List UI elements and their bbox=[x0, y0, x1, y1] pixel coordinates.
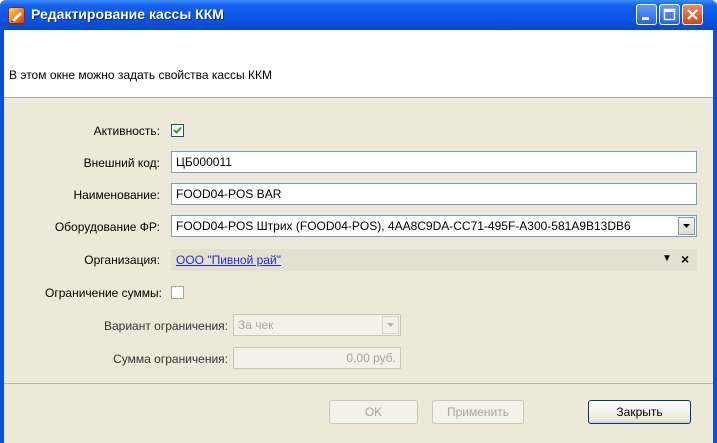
limit-sum-label: Сумма ограничения: bbox=[113, 352, 228, 366]
external-code-field[interactable]: ЦБ000011 bbox=[171, 151, 697, 173]
close-window-button[interactable] bbox=[682, 4, 703, 25]
activity-label: Активность: bbox=[93, 124, 160, 138]
limit-variant-label: Вариант ограничения: bbox=[103, 319, 228, 333]
activity-checkbox[interactable] bbox=[171, 124, 184, 137]
dialog-body: В этом окне можно задать свойства кассы … bbox=[4, 30, 713, 443]
sum-limit-checkbox[interactable] bbox=[171, 286, 184, 299]
checkmark-icon bbox=[173, 126, 182, 134]
header-description: В этом окне можно задать свойства кассы … bbox=[9, 68, 272, 82]
limit-variant-select[interactable]: За чек bbox=[233, 314, 401, 336]
window-title: Редактирование кассы ККМ bbox=[31, 6, 224, 22]
title-bar[interactable]: Редактирование кассы ККМ bbox=[0, 0, 717, 30]
footer-separator bbox=[4, 383, 713, 384]
maximize-button[interactable] bbox=[659, 4, 680, 25]
name-label: Наименование: bbox=[73, 188, 160, 202]
equipment-dropdown-button[interactable] bbox=[678, 217, 695, 235]
name-field[interactable]: FOOD04-POS BAR bbox=[171, 183, 697, 205]
limit-variant-dropdown-button[interactable] bbox=[382, 316, 399, 334]
chevron-down-icon bbox=[387, 323, 394, 327]
limit-sum-field[interactable]: 0,00 руб. bbox=[233, 347, 401, 369]
organization-dropdown-icon[interactable]: ▼ bbox=[662, 253, 672, 264]
minimize-button[interactable] bbox=[636, 4, 657, 25]
equipment-select[interactable]: FOOD04-POS Штрих (FOOD04-POS), 4AA8C9DA-… bbox=[171, 215, 697, 237]
limit-variant-value: За чек bbox=[238, 318, 274, 332]
chevron-down-icon bbox=[683, 224, 690, 228]
equipment-label: Оборудование ФР: bbox=[54, 220, 160, 234]
ok-button[interactable]: OK bbox=[329, 400, 418, 424]
app-icon bbox=[8, 7, 25, 24]
apply-button[interactable]: Применить bbox=[432, 400, 524, 424]
external-code-label: Внешний код: bbox=[83, 156, 160, 170]
organization-clear-icon[interactable]: × bbox=[681, 251, 689, 267]
sum-limit-label: Ограничение суммы: bbox=[45, 286, 162, 300]
close-button[interactable]: Закрыть bbox=[588, 400, 691, 424]
dialog-window: Редактирование кассы ККМ В этом окне мож… bbox=[0, 0, 717, 443]
organization-link[interactable]: ООО "Пивной рай" bbox=[176, 253, 281, 267]
info-header: В этом окне можно задать свойства кассы … bbox=[4, 30, 713, 98]
equipment-value: FOOD04-POS Штрих (FOOD04-POS), 4AA8C9DA-… bbox=[176, 219, 631, 233]
organization-label: Организация: bbox=[84, 253, 160, 267]
